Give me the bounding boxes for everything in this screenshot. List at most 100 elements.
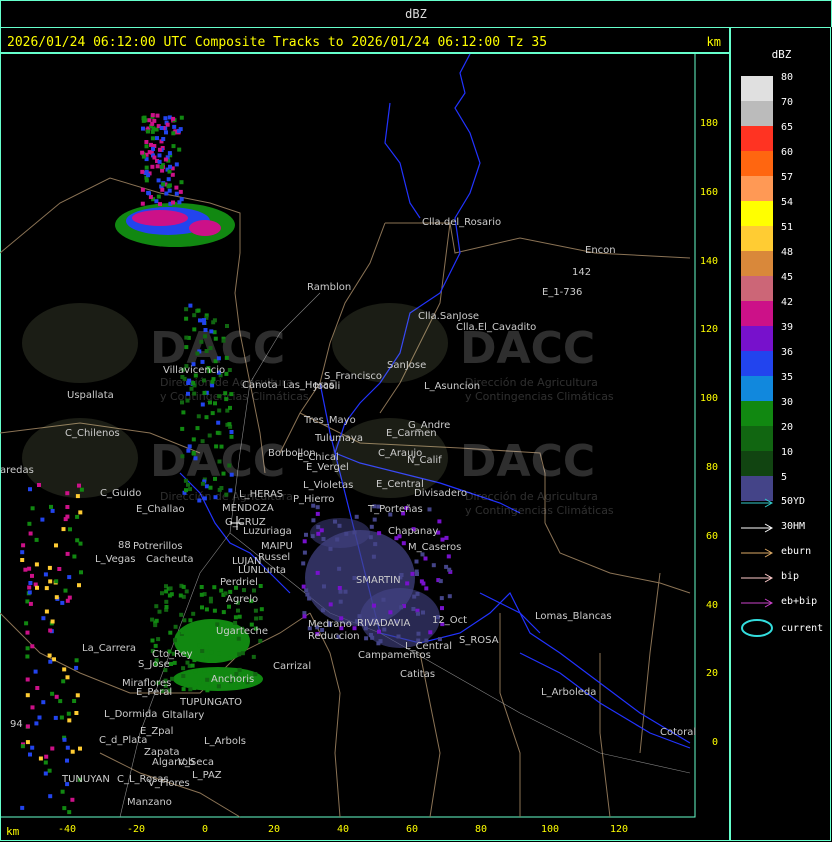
echo-dot bbox=[79, 570, 83, 575]
y-tick-label: 20 bbox=[705, 668, 718, 680]
echo-dot bbox=[328, 602, 333, 607]
y-tick-label: 120 bbox=[699, 324, 718, 336]
echo-dot bbox=[233, 620, 238, 625]
echo-dot bbox=[228, 488, 233, 493]
echo-dot bbox=[167, 169, 172, 174]
echo-dot bbox=[164, 130, 168, 135]
echo-dot bbox=[199, 592, 204, 597]
echo-dot bbox=[25, 693, 30, 698]
echo-dot bbox=[180, 400, 184, 405]
echo-dot bbox=[181, 687, 186, 692]
echo-dot bbox=[62, 737, 67, 742]
echo-dot bbox=[144, 178, 149, 183]
echo-dot bbox=[30, 705, 35, 710]
echo-dot bbox=[48, 579, 53, 584]
legend-swatch-60 bbox=[741, 151, 773, 176]
echo-dot bbox=[371, 554, 376, 559]
echo-dot bbox=[141, 126, 145, 131]
echo-dot bbox=[193, 669, 198, 674]
echo-dot bbox=[370, 635, 375, 640]
place-label: L_Central bbox=[405, 641, 452, 652]
echo-dot bbox=[208, 346, 213, 351]
echo-dot bbox=[168, 164, 172, 169]
echo-dot bbox=[197, 498, 202, 503]
echo-dot bbox=[35, 686, 40, 690]
echo-dot bbox=[43, 771, 48, 776]
place-label: Jocoli bbox=[313, 381, 340, 392]
echo-dot bbox=[254, 616, 259, 621]
place-label: L_Vegas bbox=[95, 554, 135, 565]
echo-dot bbox=[77, 483, 81, 488]
echo-dot bbox=[160, 187, 165, 192]
echo-dot bbox=[337, 523, 342, 528]
echo-dot bbox=[440, 537, 445, 542]
echo-dot bbox=[372, 517, 377, 522]
echo-dot bbox=[186, 448, 191, 453]
echo-dot bbox=[20, 744, 25, 749]
legend-current-label: current bbox=[781, 623, 824, 634]
echo-dot bbox=[301, 561, 306, 566]
place-label: LUNLunta bbox=[238, 565, 286, 576]
echo-dot bbox=[204, 349, 209, 353]
echo-dot bbox=[50, 691, 55, 696]
echo-dot bbox=[229, 472, 234, 477]
echo-dot bbox=[252, 588, 256, 593]
echo-dot bbox=[205, 688, 210, 693]
echo-dot bbox=[388, 610, 393, 615]
echo-dot bbox=[192, 327, 197, 332]
x-tick-label: -40 bbox=[57, 824, 77, 835]
echo-dot bbox=[416, 631, 421, 636]
echo-dot bbox=[177, 147, 182, 152]
echo-dot bbox=[67, 575, 72, 580]
echo-dot bbox=[212, 585, 217, 590]
echo-dot bbox=[182, 618, 187, 623]
echo-dot bbox=[166, 184, 171, 189]
echo-dot bbox=[61, 527, 66, 532]
legend-swatch-30 bbox=[741, 401, 773, 426]
place-label: TUNUYAN bbox=[61, 774, 110, 785]
echo-dot bbox=[216, 356, 221, 361]
place-label: Russel bbox=[258, 552, 290, 563]
echo-dot bbox=[150, 113, 155, 118]
echo-dot bbox=[338, 599, 343, 604]
echo-dot bbox=[65, 745, 70, 750]
echo-dot bbox=[54, 579, 59, 584]
place-label: Luzuriaga bbox=[243, 526, 292, 537]
place-label: Gltallary bbox=[162, 710, 204, 721]
x-tick-label: 40 bbox=[336, 824, 350, 835]
echo-dot bbox=[20, 558, 25, 562]
echo-dot bbox=[237, 667, 242, 672]
echo-dot bbox=[217, 651, 221, 656]
echo-dot bbox=[30, 644, 35, 649]
place-label: Tulumaya bbox=[314, 433, 363, 444]
place-label: SMARTIN bbox=[356, 575, 401, 586]
echo-dot bbox=[180, 630, 185, 635]
place-label: S_ROSA bbox=[459, 635, 499, 646]
place-label: Catitas bbox=[400, 669, 435, 680]
echo-dot bbox=[315, 511, 320, 516]
echo-dot bbox=[181, 410, 186, 415]
echo-dot bbox=[147, 150, 152, 155]
echo-dot bbox=[302, 550, 307, 555]
place-label: L_Violetas bbox=[303, 480, 353, 491]
echo-dot bbox=[44, 586, 49, 591]
y-tick-label: 40 bbox=[705, 599, 718, 611]
echo-dot bbox=[437, 519, 442, 524]
echo-dot bbox=[30, 745, 35, 750]
place-label: L_Arbols bbox=[204, 736, 246, 747]
echo-dot bbox=[427, 507, 432, 512]
echo-dot bbox=[172, 660, 177, 665]
echo-dot bbox=[47, 653, 52, 658]
echo-dot bbox=[227, 422, 232, 427]
echo-dot bbox=[208, 485, 213, 490]
legend-label-54: 54 bbox=[781, 197, 794, 208]
echo-dot bbox=[154, 199, 159, 204]
echo-dot bbox=[60, 789, 65, 794]
echo-dot bbox=[204, 645, 209, 650]
echo-dot bbox=[160, 168, 165, 173]
place-label: E_Vergel bbox=[306, 462, 349, 473]
echo-dot bbox=[145, 129, 150, 134]
echo-dot bbox=[217, 408, 222, 413]
place-label: MENDOZA bbox=[222, 503, 274, 514]
radar-map[interactable]: DACC Dirección de Agricultura y Continge… bbox=[0, 53, 730, 841]
